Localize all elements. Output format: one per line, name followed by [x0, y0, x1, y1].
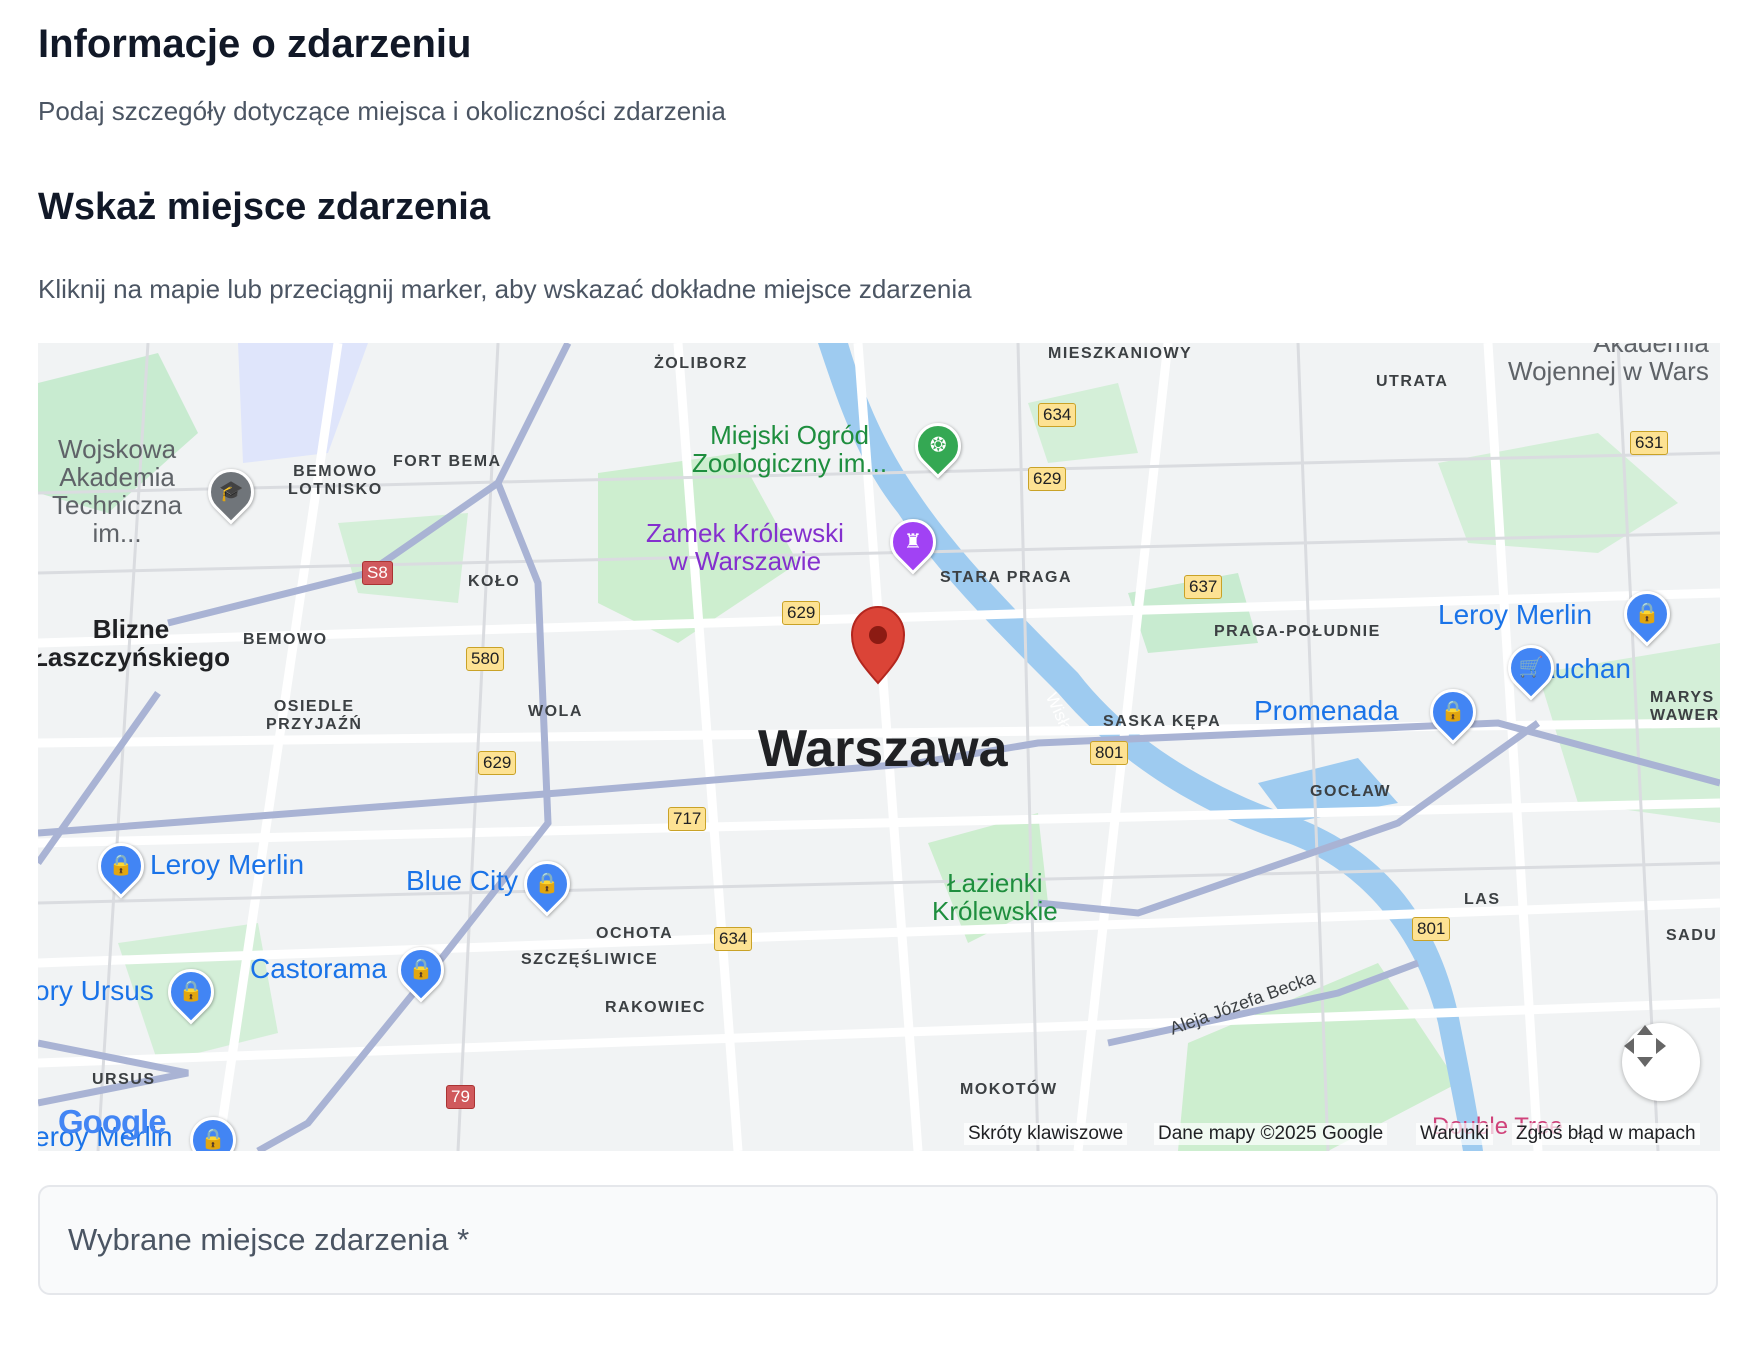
poi-leroy-merlin-east-label[interactable]: Leroy Merlin [1438, 599, 1592, 631]
district-goclaw: GOCŁAW [1310, 783, 1391, 800]
map-section-title: Wskaż miejsce zdarzenia [38, 186, 490, 228]
poi-castle-label[interactable]: Zamek Królewski w Warszawie [646, 519, 844, 575]
road-shield-79: 79 [446, 1085, 475, 1109]
report-error-link[interactable]: Zgłoś błąd w mapach [1512, 1123, 1700, 1145]
road-shield: 801 [1412, 917, 1451, 941]
poi-blue-city-label[interactable]: Blue City [406, 865, 518, 897]
road-shield: 637 [1184, 575, 1223, 599]
fullscreen-button[interactable] [1622, 1023, 1700, 1101]
page: Informacje o zdarzeniu Podaj szczegóły d… [0, 0, 1756, 1346]
district-sadu: SADU [1666, 927, 1718, 944]
district-bemowo-lotnisko: BEMOWO LOTNISKO [288, 463, 383, 498]
poi-leroy-merlin-west-label[interactable]: Leroy Merlin [150, 849, 304, 881]
poi-lazienki-label[interactable]: Łazienki Królewskie [932, 869, 1058, 925]
district-rakowiec: RAKOWIEC [605, 999, 706, 1016]
district-mokotow: MOKOTÓW [960, 1081, 1058, 1098]
district-ochota: OCHOTA [596, 925, 674, 942]
district-kolo: KOŁO [468, 573, 521, 590]
road-shield: 629 [1028, 467, 1067, 491]
district-praga-poludnie: PRAGA-POŁUDNIE [1214, 623, 1381, 640]
city-label: Warszawa [758, 720, 1008, 778]
district-zoliborz: ŻOLIBORZ [654, 355, 748, 372]
road-shield: 801 [1090, 741, 1129, 765]
road-shield: 631 [1630, 431, 1669, 455]
road-shield: 717 [668, 807, 707, 831]
district-wola: WOLA [528, 703, 583, 720]
poi-akademia-label[interactable]: Akademia Wojennej w Wars [1508, 343, 1709, 385]
location-field[interactable] [38, 1185, 1718, 1295]
road-shield: 634 [714, 927, 753, 951]
district-marysin: MARYS WAWER [1650, 689, 1720, 724]
poi-promenada-label[interactable]: Promenada [1254, 695, 1399, 727]
poi-blizne-label: Blizne Łaszczyńskiego [38, 614, 230, 672]
road-shield: 629 [478, 751, 517, 775]
poi-castorama-label[interactable]: Castorama [250, 953, 387, 985]
road-shield: 634 [1038, 403, 1077, 427]
terms-link[interactable]: Warunki [1416, 1123, 1493, 1145]
google-logo: Google [58, 1103, 167, 1140]
district-saska-kepa: SASKA KĘPA [1103, 713, 1222, 730]
road-shield: 629 [782, 601, 821, 625]
road-shield-s8: S8 [362, 561, 393, 585]
district-mieszkaniowy: MIESZKANIOWY [1048, 345, 1193, 362]
section-subtitle: Podaj szczegóły dotyczące miejsca i okol… [38, 96, 726, 126]
section-title: Informacje o zdarzeniu [38, 22, 472, 66]
map-hint: Kliknij na mapie lub przeciągnij marker,… [38, 274, 972, 304]
district-szczesliwice: SZCZĘŚLIWICE [521, 951, 659, 968]
poi-wat-label[interactable]: Wojskowa Akademia Techniczna im... [52, 435, 182, 547]
district-osiedle-przyjazn: OSIEDLE PRZYJAŹŃ [266, 698, 363, 733]
road-shield: 580 [466, 647, 505, 671]
keyboard-shortcuts-link[interactable]: Skróty klawiszowe [964, 1123, 1128, 1145]
map-data-attribution: Dane mapy ©2025 Google [1154, 1123, 1388, 1145]
district-stara-praga: STARA PRAGA [940, 569, 1073, 586]
district-las: LAS [1464, 891, 1501, 908]
district-bemowo: BEMOWO [243, 631, 328, 648]
district-ursus: URSUS [92, 1071, 156, 1088]
map[interactable]: ŻOLIBORZ MIESZKANIOWY UTRATA BEMOWO LOTN… [38, 343, 1720, 1151]
location-input[interactable] [40, 1187, 1716, 1293]
district-utrata: UTRATA [1376, 373, 1449, 390]
district-fort-bema: FORT BEMA [393, 453, 502, 470]
fullscreen-icon [1624, 1025, 1666, 1067]
poi-ursus-shop-label[interactable]: ory Ursus [38, 975, 154, 1007]
poi-zoo-label[interactable]: Miejski Ogród Zoologiczny im... [692, 421, 887, 477]
